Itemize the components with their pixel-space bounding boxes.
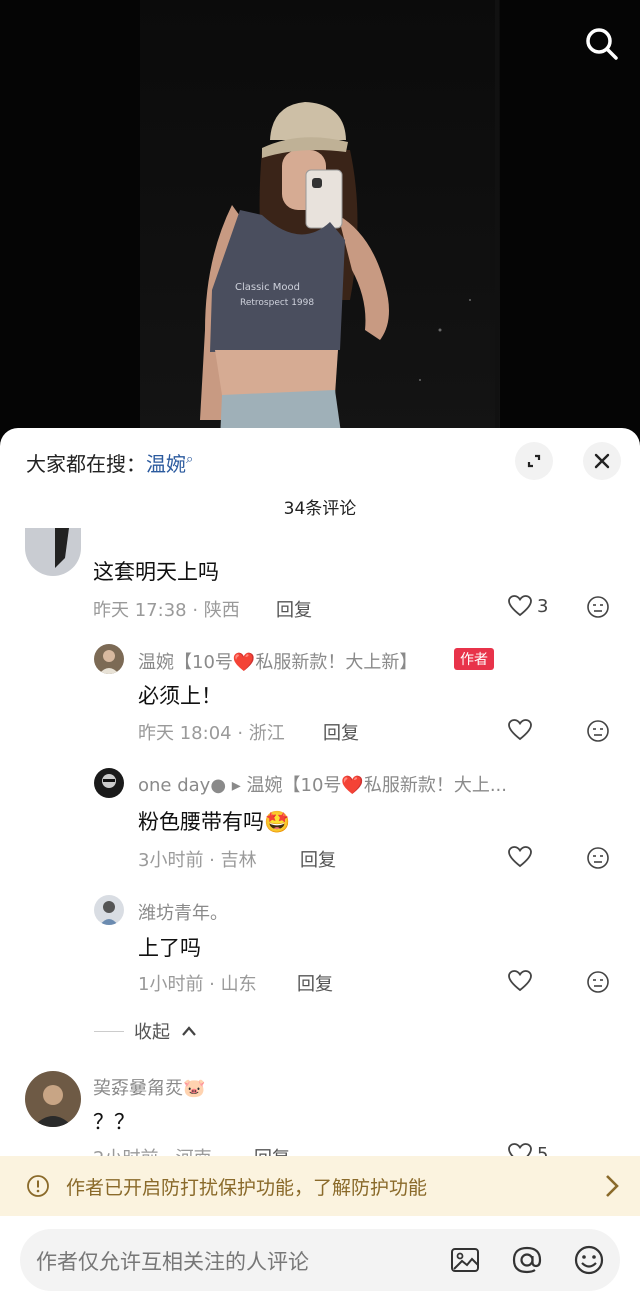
heart-icon [508, 595, 532, 617]
comment-input[interactable]: 作者仅允许互相关注的人评论 [20, 1229, 620, 1291]
divider [94, 1030, 124, 1032]
small-search-icon: ⌕ [186, 452, 194, 467]
chevron-up-icon [182, 1026, 196, 1036]
comment-count: 34条评论 [283, 499, 357, 519]
protection-notice[interactable]: 作者已开启防打扰保护功能，了解防护功能 [0, 1156, 640, 1216]
like-button[interactable] [507, 718, 533, 742]
chevron-right-icon[interactable] [602, 1172, 622, 1200]
comment-time: 3小时前 [138, 850, 204, 871]
mirror-selfie-photo: Classic Mood Retrospect 1998 [200, 102, 471, 440]
comment-time: 昨天 18:04 [138, 723, 232, 744]
commenter-name[interactable]: 巭孬嘦甮烎🐷 [93, 1074, 205, 1100]
comment-meta: 昨天 17:38 · 陕西 [93, 600, 240, 621]
avatar[interactable] [94, 644, 124, 674]
like-count: 3 [537, 595, 549, 617]
author-badge: 作者 [454, 648, 494, 670]
like-button[interactable] [507, 845, 533, 869]
trending-prefix: 大家都在搜： [26, 452, 146, 476]
comment-time: 1小时前 [138, 974, 204, 995]
commenter-name[interactable]: one day● ▸ 温婉【10号❤️私服新款！大上... [138, 771, 507, 797]
image-icon[interactable] [448, 1243, 482, 1277]
comment-meta: 3小时前 · 吉林 [138, 850, 257, 871]
dislike-icon[interactable] [586, 595, 610, 619]
avatar[interactable] [94, 895, 124, 925]
comment-text: 上了吗 [138, 936, 201, 960]
notice-text: 作者已开启防打扰保护功能，了解防护功能 [66, 1177, 428, 1199]
collapse-label: 收起 [134, 1022, 170, 1043]
search-icon[interactable] [582, 24, 622, 64]
trending-keyword[interactable]: 温婉 [146, 452, 186, 476]
avatar[interactable] [25, 1071, 81, 1127]
comment-text: 必须上！ [138, 684, 222, 708]
commenter-name[interactable]: 潍坊青年。 [138, 899, 228, 925]
photo-viewer[interactable]: 10:30 42 Classic Mood Retrospect 1998 [0, 0, 640, 440]
avatar[interactable] [94, 768, 124, 798]
comment-location: 浙江 [248, 723, 285, 744]
warning-icon [27, 1175, 49, 1197]
svg-text:Retrospect 1998: Retrospect 1998 [240, 298, 314, 308]
comment-location: 山东 [220, 974, 257, 995]
dislike-icon[interactable] [586, 719, 610, 743]
expand-icon[interactable] [515, 442, 553, 480]
trending-search[interactable]: 大家都在搜：温婉⌕ [26, 448, 193, 477]
avatar[interactable] [25, 528, 81, 576]
like-button[interactable]: 3 [507, 594, 548, 618]
comment-text: 粉色腰带有吗🤩 [138, 810, 291, 834]
emoji-icon[interactable] [572, 1243, 606, 1277]
collapse-replies-button[interactable]: 收起 [94, 1018, 198, 1044]
comment-location: 陕西 [203, 600, 240, 621]
svg-text:Classic Mood: Classic Mood [235, 282, 300, 293]
heart-icon [508, 719, 532, 741]
like-button[interactable] [507, 969, 533, 993]
dislike-icon[interactable] [586, 846, 610, 870]
comment-meta: 1小时前 · 山东 [138, 974, 257, 995]
comment-input-bar: 作者仅允许互相关注的人评论 [0, 1216, 640, 1303]
reply-button[interactable]: 回复 [300, 846, 336, 872]
heart-icon [508, 970, 532, 992]
close-icon[interactable] [583, 442, 621, 480]
comment-text: 这套明天上吗 [93, 560, 219, 584]
comment-meta: 昨天 18:04 · 浙江 [138, 723, 285, 744]
dislike-icon[interactable] [586, 970, 610, 994]
comment-text: ？？ [93, 1110, 135, 1134]
comment-input-placeholder: 作者仅允许互相关注的人评论 [36, 1250, 309, 1274]
reply-button[interactable]: 回复 [276, 596, 312, 622]
reply-button[interactable]: 回复 [297, 970, 333, 996]
commenter-name[interactable]: 温婉【10号❤️私服新款！大上新】 [138, 648, 417, 674]
heart-icon [508, 846, 532, 868]
comment-time: 昨天 17:38 [93, 600, 187, 621]
at-icon[interactable] [510, 1243, 544, 1277]
reply-button[interactable]: 回复 [323, 719, 359, 745]
comment-location: 吉林 [220, 850, 257, 871]
